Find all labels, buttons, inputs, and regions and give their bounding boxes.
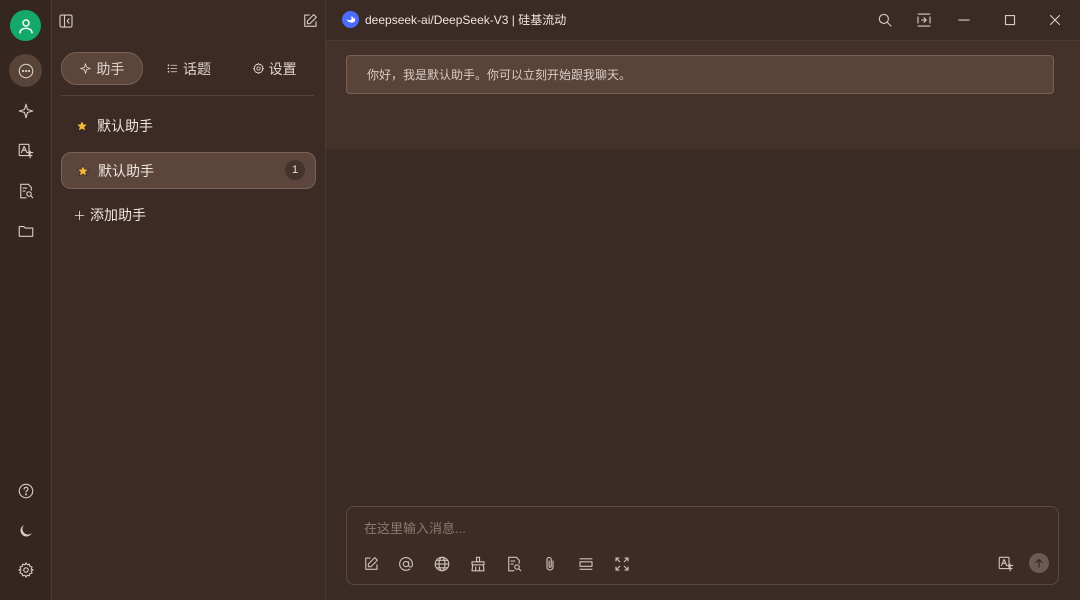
help-icon (18, 483, 33, 498)
attach-file-button[interactable] (540, 554, 560, 574)
tab-label: 助手 (96, 60, 125, 77)
search-button[interactable] (875, 10, 895, 30)
add-assistant-label: 添加助手 (90, 207, 146, 223)
edit-icon (365, 557, 378, 570)
list-icon (167, 64, 178, 73)
gear-icon (17, 561, 34, 578)
plus-icon (74, 210, 85, 220)
rail-settings-button[interactable] (9, 553, 42, 586)
layout-icon (917, 13, 931, 27)
gear-icon (252, 62, 264, 75)
layout-button[interactable] (914, 10, 934, 30)
close-button[interactable] (1045, 10, 1065, 30)
translate-icon (18, 143, 33, 158)
rail-agents-button[interactable] (9, 94, 42, 127)
minimize-button[interactable] (954, 10, 974, 30)
clear-context-button[interactable] (468, 554, 488, 574)
sparkle-icon (80, 63, 92, 74)
rail-theme-button[interactable] (9, 514, 42, 547)
assistant-name: 默认助手 (97, 117, 153, 134)
expand-icon (615, 557, 629, 571)
expand-input-button[interactable] (612, 554, 632, 574)
maximize-icon (1004, 14, 1016, 26)
assistant-name: 默认助手 (98, 162, 154, 179)
panel-tabs: 助手 话题 设置 (61, 52, 314, 85)
model-name: deepseek-ai/DeepSeek-V3 | 硅基流动 (365, 13, 567, 27)
sparkle-icon (18, 103, 33, 118)
at-sign-icon (399, 557, 413, 571)
star-icon (76, 164, 90, 177)
web-search-button[interactable] (432, 554, 452, 574)
new-context-button[interactable] (576, 554, 596, 574)
message-input[interactable] (362, 517, 966, 539)
user-avatar[interactable] (10, 10, 41, 41)
tab-settings[interactable]: 设置 (234, 53, 314, 84)
deepseek-logo-icon (342, 11, 359, 28)
star-icon (75, 119, 89, 132)
send-button[interactable] (1029, 553, 1049, 573)
panel-divider (61, 95, 314, 96)
chat-area: 你好，我是默认助手。你可以立刻开始跟我聊天。 (326, 41, 1080, 600)
paperclip-icon (546, 556, 554, 571)
add-assistant-button[interactable]: 添加助手 (73, 205, 146, 225)
rail-help-button[interactable] (9, 474, 42, 507)
user-icon (18, 18, 33, 33)
sidebar-collapse-icon (59, 14, 73, 28)
document-search-icon (508, 556, 522, 572)
folder-icon (18, 225, 33, 237)
title-bar: deepseek-ai/DeepSeek-V3 | 硅基流动 (326, 0, 1080, 41)
rail-translate-button[interactable] (9, 134, 42, 167)
message-list: 你好，我是默认助手。你可以立刻开始跟我聊天。 (326, 41, 1080, 149)
globe-icon (434, 556, 450, 572)
arrow-up-icon (1035, 558, 1043, 568)
edit-icon (304, 14, 317, 27)
model-selector[interactable]: deepseek-ai/DeepSeek-V3 | 硅基流动 (342, 11, 566, 28)
message-input-box (346, 506, 1059, 585)
rail-chat-button[interactable] (9, 54, 42, 87)
document-search-icon (19, 183, 33, 198)
mention-model-button[interactable] (396, 554, 416, 574)
translate-input-button[interactable] (996, 554, 1016, 574)
assistant-item[interactable]: 默认助手 (61, 108, 314, 143)
left-rail (0, 0, 52, 600)
minimize-icon (958, 19, 970, 21)
new-topic-button[interactable] (300, 11, 320, 31)
toggle-sidebar-button[interactable] (56, 11, 76, 31)
tab-label: 设置 (268, 60, 297, 77)
moon-icon (19, 524, 32, 537)
translate-icon (998, 556, 1014, 572)
tab-assistants[interactable]: 助手 (61, 52, 143, 85)
rail-knowledge-button[interactable] (9, 174, 42, 207)
tab-label: 话题 (183, 60, 211, 77)
broom-icon (471, 556, 485, 572)
topic-count-badge: 1 (285, 160, 305, 180)
tab-topics[interactable]: 话题 (143, 53, 235, 84)
search-icon (878, 13, 892, 27)
rail-files-button[interactable] (9, 214, 42, 247)
assistant-item-active[interactable]: 默认助手 1 (61, 152, 316, 189)
assistants-panel: 助手 话题 设置 默认助手 默认助手 1 添加助手 (52, 0, 326, 600)
context-divider-icon (579, 558, 593, 570)
maximize-button[interactable] (1000, 10, 1020, 30)
new-topic-tool-button[interactable] (361, 554, 381, 574)
close-icon (1049, 14, 1061, 26)
greeting-message: 你好，我是默认助手。你可以立刻开始跟我聊天。 (346, 55, 1054, 94)
knowledge-base-button[interactable] (504, 554, 524, 574)
chat-bubble-icon (18, 63, 33, 78)
